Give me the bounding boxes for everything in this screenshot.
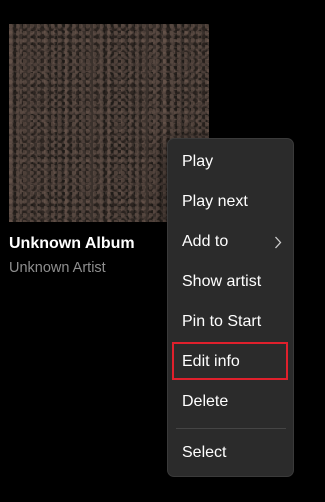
menu-item-delete[interactable]: Delete [174, 384, 288, 420]
context-menu: Play Play next Add to Show artist Pin to… [167, 138, 294, 477]
menu-item-select[interactable]: Select [174, 435, 288, 471]
menu-item-show-artist[interactable]: Show artist [174, 264, 288, 300]
menu-item-play[interactable]: Play [174, 144, 288, 180]
menu-item-pin-to-start[interactable]: Pin to Start [174, 304, 288, 340]
album-title[interactable]: Unknown Album [9, 235, 135, 253]
chevron-right-icon [274, 224, 282, 260]
menu-item-edit-info[interactable]: Edit info [174, 344, 288, 380]
menu-item-label: Play [182, 153, 214, 170]
menu-item-label: Add to [182, 233, 229, 250]
menu-item-label: Edit info [182, 353, 240, 370]
menu-divider [176, 428, 286, 429]
album-artist[interactable]: Unknown Artist [9, 260, 106, 276]
menu-item-add-to[interactable]: Add to [174, 224, 288, 260]
menu-item-play-next[interactable]: Play next [174, 184, 288, 220]
menu-item-label: Delete [182, 393, 229, 410]
menu-item-label: Show artist [182, 273, 262, 290]
menu-item-label: Pin to Start [182, 313, 262, 330]
menu-item-label: Play next [182, 193, 248, 210]
menu-item-label: Select [182, 444, 227, 461]
